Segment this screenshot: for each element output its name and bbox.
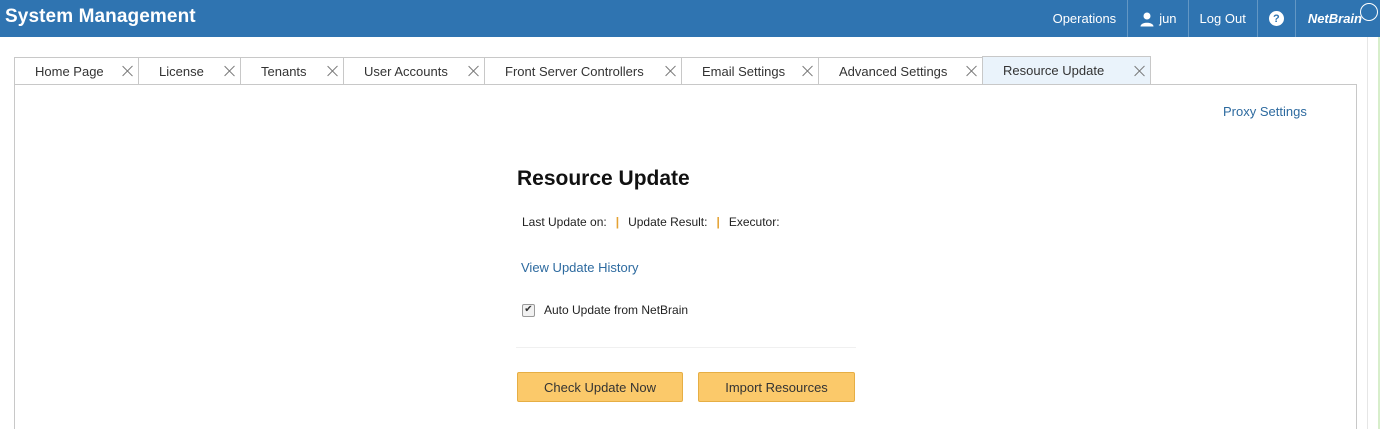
auto-update-option[interactable]: ✔ Auto Update from NetBrain	[522, 303, 688, 317]
proxy-settings-link[interactable]: Proxy Settings	[1223, 104, 1307, 119]
close-icon[interactable]	[224, 65, 236, 77]
content-panel	[14, 84, 1357, 429]
update-info: Last Update on: | Update Result: | Execu…	[522, 215, 780, 229]
logout-link[interactable]: Log Out	[1187, 0, 1257, 37]
tab-license[interactable]: License	[138, 57, 241, 84]
panel-edge	[1367, 37, 1368, 429]
tab-label: Resource Update	[1003, 63, 1105, 78]
tab-label: User Accounts	[364, 63, 448, 79]
user-icon	[1140, 12, 1154, 26]
check-update-now-button[interactable]: Check Update Now	[517, 372, 683, 402]
last-update-label: Last Update on:	[522, 215, 607, 229]
auto-update-checkbox[interactable]: ✔	[522, 303, 535, 317]
executor-label: Executor:	[728, 215, 780, 229]
divider	[516, 347, 856, 348]
separator: |	[615, 215, 620, 229]
import-resources-button[interactable]: Import Resources	[698, 372, 855, 402]
close-icon[interactable]	[665, 65, 677, 77]
logo-text: NetBrain	[1307, 11, 1362, 26]
tab-label: Tenants	[261, 63, 307, 79]
brain-icon	[1360, 3, 1378, 21]
tab-bar: Home Page License Tenants User Accounts …	[14, 56, 1151, 85]
help-button[interactable]: ?	[1256, 0, 1295, 37]
close-icon[interactable]	[966, 65, 978, 77]
user-menu[interactable]: jun	[1127, 0, 1187, 37]
auto-update-label: Auto Update from NetBrain	[544, 303, 689, 317]
update-result-label: Update Result:	[628, 215, 708, 229]
user-name: jun	[1159, 11, 1177, 26]
tab-label: Front Server Controllers	[505, 63, 644, 79]
close-icon[interactable]	[1134, 65, 1146, 77]
page-title: Resource Update	[517, 167, 690, 190]
tab-label: Email Settings	[702, 63, 786, 79]
tab-advanced-settings[interactable]: Advanced Settings	[818, 57, 983, 84]
tab-label: License	[159, 63, 204, 79]
tab-home-page[interactable]: Home Page	[14, 57, 139, 84]
close-icon[interactable]	[802, 65, 814, 77]
tab-label: Advanced Settings	[839, 63, 948, 79]
tab-user-accounts[interactable]: User Accounts	[343, 57, 485, 84]
help-icon: ?	[1268, 11, 1284, 26]
operations-link[interactable]: Operations	[1042, 0, 1128, 37]
netbrain-logo: NetBrain	[1294, 0, 1380, 37]
top-nav: Operations jun Log Out ? NetBrain	[1042, 0, 1380, 37]
tab-label: Home Page	[35, 63, 104, 79]
tab-front-server-controllers[interactable]: Front Server Controllers	[484, 57, 682, 84]
close-icon[interactable]	[468, 65, 480, 77]
tab-resource-update[interactable]: Resource Update	[982, 56, 1151, 84]
view-update-history-link[interactable]: View Update History	[521, 260, 639, 275]
app-title: System Management	[5, 6, 196, 27]
separator: |	[716, 215, 720, 229]
tab-tenants[interactable]: Tenants	[240, 57, 344, 84]
tab-email-settings[interactable]: Email Settings	[681, 57, 819, 84]
close-icon[interactable]	[327, 65, 339, 77]
close-icon[interactable]	[122, 65, 134, 77]
top-bar: System Management Operations jun Log Out…	[0, 0, 1380, 37]
